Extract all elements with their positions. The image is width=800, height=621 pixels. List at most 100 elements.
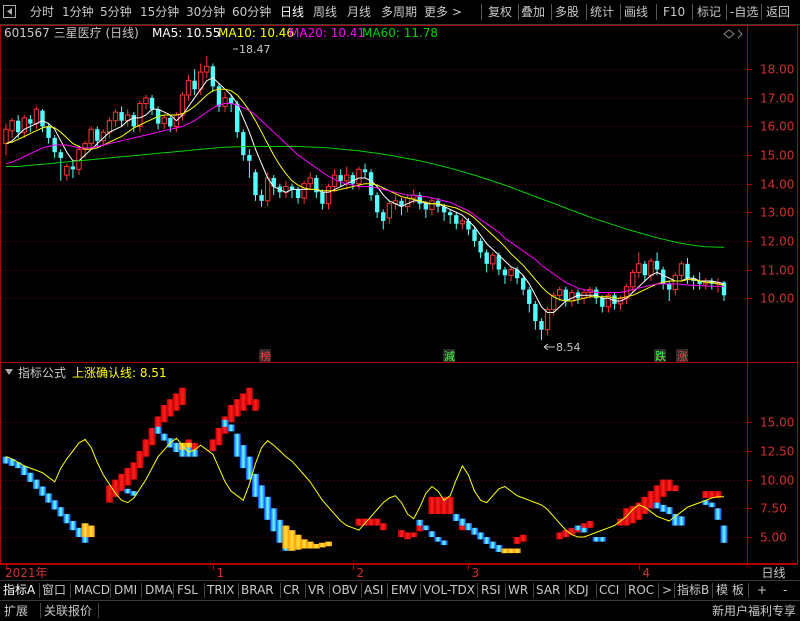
indicator-block bbox=[233, 433, 241, 457]
indicator-block bbox=[294, 534, 302, 550]
tab-fsl[interactable]: FSL bbox=[177, 582, 198, 599]
period-tab-5min[interactable]: 5分钟 bbox=[100, 3, 132, 21]
time-tick-label: 2021年 bbox=[5, 566, 48, 580]
tab-kdj[interactable]: KDJ bbox=[568, 582, 589, 599]
tab-dmi[interactable]: DMI bbox=[114, 582, 137, 599]
period-tab-more[interactable]: 更多 > bbox=[424, 3, 462, 21]
remove-pane-button[interactable]: - bbox=[783, 582, 787, 599]
tab-sar[interactable]: SAR bbox=[536, 582, 560, 599]
event-mark-die[interactable]: 跌 bbox=[655, 349, 666, 363]
diamond-icon[interactable] bbox=[723, 29, 735, 39]
period-tab-weekly[interactable]: 周线 bbox=[313, 3, 337, 21]
tab-cr[interactable]: CR bbox=[283, 582, 300, 599]
remove-watchlist-button[interactable]: -自选 bbox=[730, 3, 758, 21]
candle-body bbox=[228, 97, 234, 104]
period-tab-multi[interactable]: 多周期 bbox=[381, 3, 417, 21]
statistics-button[interactable]: 统计 bbox=[590, 3, 614, 21]
ma5-legend: MA5: 10.55 bbox=[152, 26, 220, 40]
tab-vr[interactable]: VR bbox=[308, 582, 325, 599]
indicator-block bbox=[373, 518, 381, 526]
tab-indicator-b[interactable]: 指标B bbox=[677, 582, 709, 599]
candle-body bbox=[672, 274, 679, 291]
period-tab-intraday[interactable]: 分时 bbox=[30, 3, 54, 21]
draw-line-button[interactable]: 画线 bbox=[624, 3, 648, 21]
candle-body bbox=[320, 192, 325, 204]
indicator-block bbox=[708, 491, 716, 498]
indicator-block bbox=[178, 387, 186, 405]
candle-body bbox=[253, 172, 258, 196]
candle-body bbox=[95, 129, 100, 141]
indicator-menu-icon[interactable] bbox=[5, 369, 13, 375]
mark-button[interactable]: 标记 bbox=[697, 3, 721, 21]
tab-divider bbox=[110, 583, 111, 598]
period-tab-daily[interactable]: 日线 bbox=[280, 3, 304, 21]
related-quotes-button[interactable]: 关联报价 bbox=[44, 602, 92, 620]
tab-brar[interactable]: BRAR bbox=[241, 582, 274, 599]
period-tab-monthly[interactable]: 月线 bbox=[347, 3, 371, 21]
period-tab-60min[interactable]: 60分钟 bbox=[232, 3, 271, 21]
price-tick-label: 16.00 bbox=[760, 120, 794, 134]
candle-body bbox=[241, 132, 246, 156]
current-period-label[interactable]: 日线 bbox=[749, 566, 798, 580]
candle-body bbox=[381, 212, 386, 221]
price-tick-label: 15.00 bbox=[760, 149, 794, 163]
tab-emv[interactable]: EMV bbox=[391, 582, 417, 599]
expand-button[interactable]: 扩展 bbox=[4, 602, 28, 620]
add-pane-button[interactable]: + bbox=[757, 582, 767, 599]
indicator-block bbox=[458, 518, 466, 526]
new-user-promo-link[interactable]: 新用户福利专享 bbox=[712, 602, 796, 620]
time-tick-label: 3 bbox=[472, 566, 480, 580]
candle-body bbox=[259, 195, 264, 201]
indicator-block bbox=[39, 486, 47, 496]
price-tick-label: 13.00 bbox=[760, 206, 794, 220]
indicator-block bbox=[446, 496, 454, 515]
indicator-block bbox=[215, 427, 223, 446]
overlay-button[interactable]: 叠加 bbox=[521, 3, 545, 21]
candle-body bbox=[149, 97, 155, 110]
f10-button[interactable]: F10 bbox=[663, 3, 685, 21]
candle-body bbox=[46, 126, 51, 138]
back-button[interactable]: 返回 bbox=[766, 3, 790, 21]
tab-cci[interactable]: CCI bbox=[599, 582, 619, 599]
indicator-title[interactable]: 指标公式 bbox=[18, 365, 66, 380]
toolbar-divider bbox=[586, 4, 587, 20]
indicator-block bbox=[659, 504, 667, 512]
period-tab-15min[interactable]: 15分钟 bbox=[140, 3, 179, 21]
tab-roc[interactable]: ROC bbox=[628, 582, 654, 599]
indicator-block bbox=[483, 537, 491, 544]
tab-dma[interactable]: DMA bbox=[145, 582, 173, 599]
tab-more-arrow[interactable]: > bbox=[662, 582, 672, 599]
candle-body bbox=[88, 128, 94, 145]
indicator-axis: 15.00 12.50 10.00 7.50 5.00 bbox=[747, 416, 794, 545]
candle-body bbox=[28, 119, 33, 124]
tab-indicator-a[interactable]: 指标A bbox=[3, 582, 35, 599]
candle-body bbox=[295, 189, 301, 198]
indicator-block bbox=[708, 502, 716, 508]
restore-rights-button[interactable]: 复权 bbox=[488, 3, 512, 21]
menu-arrow-icon[interactable] bbox=[3, 5, 16, 18]
multi-stock-button[interactable]: 多股 bbox=[555, 3, 579, 21]
chevron-right-icon[interactable] bbox=[737, 29, 743, 39]
tab-vol-tdx[interactable]: VOL-TDX bbox=[423, 582, 475, 599]
period-tab-1min[interactable]: 1分钟 bbox=[62, 3, 94, 21]
tab-asi[interactable]: ASI bbox=[364, 582, 383, 599]
event-mark-jian[interactable]: 減 bbox=[444, 349, 455, 363]
tab-obv[interactable]: OBV bbox=[332, 582, 358, 599]
tab-wr[interactable]: WR bbox=[508, 582, 528, 599]
event-mark-zhang[interactable]: 涨 bbox=[677, 350, 688, 363]
tab-window[interactable]: 窗口 bbox=[42, 582, 66, 599]
tab-divider bbox=[70, 583, 71, 598]
event-mark-bang[interactable]: 榜 bbox=[260, 349, 271, 363]
candle-body bbox=[350, 175, 356, 184]
stock-chart[interactable]: 18.0017.0016.0015.0014.0013.0012.0011.00… bbox=[0, 25, 800, 580]
tab-rsi[interactable]: RSI bbox=[481, 582, 501, 599]
indicator-block bbox=[665, 507, 673, 515]
indicator-block bbox=[136, 450, 144, 469]
indicator-block bbox=[276, 519, 284, 543]
ma10-legend: MA10: 10.46 bbox=[218, 26, 294, 40]
tab-macd[interactable]: MACD bbox=[74, 582, 110, 599]
candle-body bbox=[612, 295, 617, 304]
tab-trix[interactable]: TRIX bbox=[207, 582, 234, 599]
period-tab-30min[interactable]: 30分钟 bbox=[186, 3, 225, 21]
tab-template[interactable]: 模 板 bbox=[716, 582, 744, 599]
